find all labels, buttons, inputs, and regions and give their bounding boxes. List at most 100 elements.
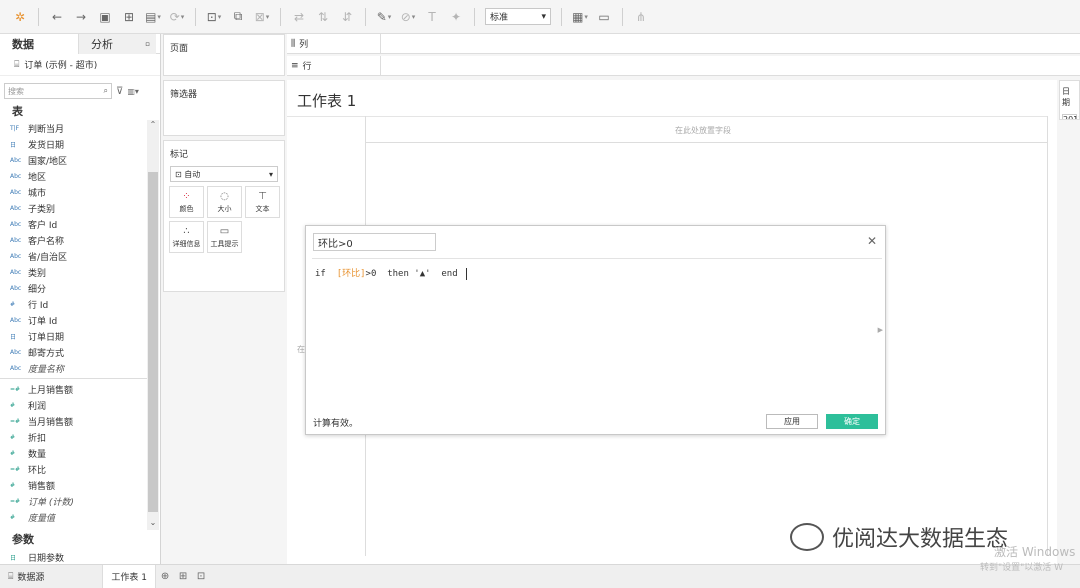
presentation-icon[interactable]: ▭ [594, 7, 614, 27]
chart-icon[interactable]: ▦ [570, 7, 590, 27]
new-story-icon[interactable]: ⊡ [192, 571, 210, 582]
field-item[interactable]: =# 环比 [0, 461, 147, 477]
clear-icon[interactable]: ⊠ [252, 7, 272, 27]
tableau-logo-icon[interactable]: ✲ [10, 7, 30, 27]
scroll-down-icon[interactable]: ⌄ [147, 518, 159, 530]
field-item[interactable]: Abc 类别 [0, 264, 147, 280]
pane-menu-icon[interactable]: ▫ [145, 40, 150, 48]
field-type-icon: 日 [10, 554, 17, 562]
field-item[interactable]: # 度量值 [0, 509, 147, 525]
field-item[interactable]: Abc 城市 [0, 184, 147, 200]
field-item[interactable]: T|F 判断当月 [0, 120, 147, 136]
field-item[interactable]: Abc 省/自治区 [0, 248, 147, 264]
new-sheet-icon[interactable]: ⊡ [204, 7, 224, 27]
filters-shelf-title: 筛选器 [170, 90, 198, 100]
field-type-icon: 日 [10, 141, 17, 149]
field-item[interactable]: # 销售额 [0, 477, 147, 493]
mark-type-select[interactable]: ⊡ 自动 ▾ [170, 166, 278, 182]
sort-asc-icon[interactable]: ⇅ [313, 7, 333, 27]
datasource-tab[interactable]: ⌸ 数据源 [0, 565, 52, 588]
field-item[interactable]: Abc 地区 [0, 168, 147, 184]
date-parameter-card[interactable]: 日期 2017 [1059, 80, 1080, 120]
sheet-tab[interactable]: 工作表 1 [102, 564, 157, 588]
date-card-value[interactable]: 2017 [1062, 114, 1079, 119]
field-item[interactable]: # 利润 [0, 397, 147, 413]
filter-icon[interactable]: ⊽ [116, 86, 123, 97]
calc-name-input[interactable]: 环比>0 [313, 233, 436, 251]
tab-data[interactable]: 数据 [0, 34, 78, 54]
new-dashboard-icon[interactable]: ⊞ [174, 571, 192, 582]
share-icon[interactable]: ⋔ [631, 7, 651, 27]
save-icon[interactable]: ▣ [95, 7, 115, 27]
tab-analytics[interactable]: 分析 ▫ [78, 34, 156, 54]
undo-icon[interactable]: ← [47, 7, 67, 27]
search-input[interactable]: 搜索 ⌕ [4, 83, 112, 99]
tooltip-label: 工具提示 [210, 239, 239, 248]
toolbar-divider [365, 7, 366, 26]
field-type-icon: 日 [10, 333, 17, 341]
field-type-icon: Abc [10, 316, 22, 324]
datasource-item[interactable]: ⌸ 订单 (示例 - 超市) [0, 54, 160, 76]
field-scrollbar[interactable]: ⌃ ⌄ [147, 120, 159, 530]
new-worksheet-icon[interactable]: ⊕ [156, 571, 174, 582]
close-icon[interactable]: ✕ [867, 234, 877, 248]
field-item[interactable]: Abc 细分 [0, 280, 147, 296]
field-item[interactable]: =# 上月销售额 [0, 381, 147, 397]
formula-editor[interactable]: if [环比]>0 then '▲' end [315, 266, 468, 280]
pages-shelf[interactable]: 页面 [163, 34, 285, 76]
new-datasource-icon[interactable]: ⊞ [119, 7, 139, 27]
shelves-column: 页面 筛选器 标记 ⊡ 自动 ▾ ⁘ 颜色 ◌ 大小 ⊤ 文本 ∴ 详细信息 ▭ 工具提示 [163, 34, 285, 564]
sort-desc-icon[interactable]: ⇵ [337, 7, 357, 27]
field-item[interactable]: Abc 邮寄方式 [0, 344, 147, 360]
highlight-icon[interactable]: ✎ [374, 7, 394, 27]
field-item[interactable]: Abc 订单 Id [0, 312, 147, 328]
detail-button[interactable]: ∴ 详细信息 [169, 221, 204, 253]
field-type-icon: Abc [10, 252, 22, 260]
text-caret [466, 267, 468, 280]
field-item[interactable]: Abc 国家/地区 [0, 152, 147, 168]
toolbar-divider [280, 7, 281, 26]
field-item[interactable]: # 行 Id [0, 296, 147, 312]
mark-type-icon: ⊡ [175, 169, 185, 179]
field-item[interactable]: Abc 客户名称 [0, 232, 147, 248]
text-label: 文本 [255, 204, 270, 213]
pin-icon[interactable]: ✦ [446, 7, 466, 27]
filters-shelf[interactable]: 筛选器 [163, 80, 285, 136]
field-item[interactable]: =# 当月销售额 [0, 413, 147, 429]
refresh-icon[interactable]: ⟳ [167, 7, 187, 27]
data-pane: 数据 分析 ▫ ⌸ 订单 (示例 - 超市) 搜索 ⌕ ⊽ ▥▾ 表 T|F 判断… [0, 34, 161, 564]
swap-icon[interactable]: ⇄ [289, 7, 309, 27]
field-item[interactable]: =# 订单 (计数) [0, 493, 147, 509]
worksheet-title[interactable]: 工作表 1 [297, 90, 356, 111]
field-item[interactable]: # 折扣 [0, 429, 147, 445]
field-item[interactable]: 日 订单日期 [0, 328, 147, 344]
scroll-up-icon[interactable]: ⌃ [147, 120, 159, 132]
field-item[interactable]: 日 日期参数 [0, 549, 160, 565]
size-button[interactable]: ◌ 大小 [207, 186, 242, 218]
toolbar-divider [195, 7, 196, 26]
label-icon[interactable]: T [422, 7, 442, 27]
apply-button[interactable]: 应用 [766, 414, 818, 429]
color-button[interactable]: ⁘ 颜色 [169, 186, 204, 218]
text-button[interactable]: ⊤ 文本 [245, 186, 280, 218]
field-item[interactable]: 日 发货日期 [0, 136, 147, 152]
fit-select[interactable]: 标准 ▾ [485, 8, 551, 25]
field-item[interactable]: # 数量 [0, 445, 147, 461]
scroll-thumb[interactable] [148, 172, 158, 512]
expand-arrow-icon[interactable]: ▶ [878, 326, 883, 334]
field-item[interactable]: Abc 度量名称 [0, 360, 147, 376]
toolbar: ✲ ← → ▣ ⊞ ▤ ⟳ ⊡ ⧉ ⊠ ⇄ ⇅ ⇵ ✎ ⊘ T ✦ 标准 ▾ ▦… [0, 0, 1080, 34]
field-item[interactable]: Abc 客户 Id [0, 216, 147, 232]
columns-shelf[interactable]: ⫼ 列 [287, 33, 1080, 54]
search-placeholder: 搜索 [8, 86, 24, 96]
ok-button[interactable]: 确定 [826, 414, 878, 429]
tooltip-button[interactable]: ▭ 工具提示 [207, 221, 242, 253]
datasource-label: 订单 (示例 - 超市) [24, 61, 98, 71]
field-item[interactable]: Abc 子类别 [0, 200, 147, 216]
pause-icon[interactable]: ▤ [143, 7, 163, 27]
redo-icon[interactable]: → [71, 7, 91, 27]
view-options-icon[interactable]: ▥▾ [127, 87, 139, 96]
rows-shelf[interactable]: ≡ 行 [287, 55, 1080, 76]
duplicate-icon[interactable]: ⧉ [228, 7, 248, 27]
group-icon[interactable]: ⊘ [398, 7, 418, 27]
